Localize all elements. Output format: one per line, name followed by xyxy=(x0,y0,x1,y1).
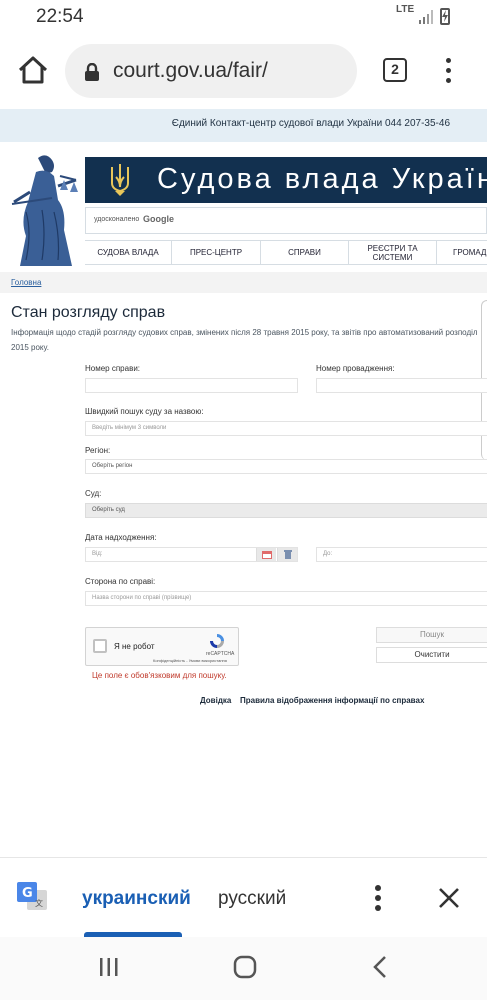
clear-date-icon[interactable] xyxy=(277,548,297,561)
date-from-placeholder: Від: xyxy=(92,551,103,557)
status-time: 22:54 xyxy=(36,6,84,27)
recent-apps-icon[interactable] xyxy=(98,956,120,978)
translate-more-icon[interactable] xyxy=(371,885,385,911)
screen: 22:54 LTE court.gov.ua/fair/ 2 Єдиний Ко… xyxy=(0,0,487,1000)
network-type: LTE xyxy=(396,4,415,15)
home-icon[interactable] xyxy=(17,55,49,85)
breadcrumb: Головна xyxy=(0,272,487,293)
banner-title: Судова влада України xyxy=(157,163,487,195)
required-field-error: Це поле є обов'язковим для пошуку. xyxy=(92,671,227,680)
intro-line-1: Інформація щодо стадій розгляду судових … xyxy=(11,328,478,337)
region-select[interactable]: Оберіть регіон xyxy=(85,459,487,474)
lock-icon xyxy=(85,63,99,81)
quick-search-label: Швидкий пошук суду за назвою: xyxy=(85,407,204,416)
language-tab-ukrainian[interactable]: украинский xyxy=(82,888,191,910)
court-select[interactable]: Оберіть суд xyxy=(85,503,487,518)
case-number-label: Номер справи: xyxy=(85,364,141,373)
intro-line-2: 2015 року. xyxy=(11,343,49,352)
battery-icon xyxy=(440,8,450,25)
display-rules-link[interactable]: Правила відображення інформації по справ… xyxy=(240,696,424,705)
contact-center-text: Єдиний Контакт-центр судової влади Украї… xyxy=(171,118,450,129)
contact-strip: Єдиний Контакт-центр судової влади Украї… xyxy=(0,109,487,142)
main-nav: СУДОВА ВЛАДА ПРЕС-ЦЕНТР СПРАВИ РЕЄСТРИ Т… xyxy=(85,240,487,265)
system-nav-bar xyxy=(0,937,487,1000)
nav-item-judiciary[interactable]: СУДОВА ВЛАДА xyxy=(85,241,172,264)
status-bar: 22:54 LTE xyxy=(0,0,487,36)
date-label: Дата надходження: xyxy=(85,533,157,542)
close-icon[interactable] xyxy=(437,886,461,910)
signal-icon xyxy=(419,10,433,24)
google-translate-icon[interactable]: G 文 xyxy=(17,882,47,912)
url-text: court.gov.ua/fair/ xyxy=(113,59,268,82)
recaptcha-logo-icon xyxy=(210,634,224,648)
recaptcha-brand: reCAPTCHA xyxy=(206,651,235,657)
quick-court-search-input[interactable]: Введіть мінімум 3 символи xyxy=(85,421,487,436)
svg-text:文: 文 xyxy=(35,898,43,908)
translate-bar: G 文 украинский русский xyxy=(0,857,487,937)
date-to-input[interactable]: До: xyxy=(316,547,487,562)
date-from-input[interactable]: Від: xyxy=(85,547,298,562)
recaptcha-widget: Я не робот reCAPTCHA Конфіденційність - … xyxy=(85,627,239,666)
clear-button[interactable]: Очистити xyxy=(376,647,487,663)
party-placeholder: Назва сторони по справі (прізвище) xyxy=(92,595,192,601)
party-input[interactable]: Назва сторони по справі (прізвище) xyxy=(85,591,487,606)
party-label: Сторона по справі: xyxy=(85,577,156,586)
proceeding-number-input[interactable] xyxy=(316,378,487,393)
language-tab-russian[interactable]: русский xyxy=(218,888,286,910)
themis-logo[interactable] xyxy=(8,152,80,270)
region-label: Регіон: xyxy=(85,446,111,455)
nav-item-cases[interactable]: СПРАВИ xyxy=(261,241,349,264)
breadcrumb-home-link[interactable]: Головна xyxy=(11,278,41,287)
trident-icon xyxy=(111,164,129,196)
address-bar[interactable]: court.gov.ua/fair/ xyxy=(65,44,357,98)
page-title: Стан розгляду справ xyxy=(11,304,166,321)
nav-item-press-center[interactable]: ПРЕС-ЦЕНТР xyxy=(172,241,261,264)
quick-search-placeholder: Введіть мінімум 3 символи xyxy=(92,425,167,431)
site-banner: Судова влада України xyxy=(85,157,487,203)
more-menu-icon[interactable] xyxy=(440,57,458,85)
court-selected-value: Оберіть суд xyxy=(92,507,125,513)
proceeding-number-label: Номер провадження: xyxy=(316,364,395,373)
recaptcha-checkbox[interactable] xyxy=(93,639,107,653)
nav-item-registries[interactable]: РЕЄСТРИ ТА СИСТЕМИ xyxy=(349,241,437,264)
svg-text:G: G xyxy=(22,886,33,901)
back-icon[interactable] xyxy=(372,955,388,979)
recaptcha-links[interactable]: Конфіденційність - Умови використання xyxy=(153,658,227,663)
search-button[interactable]: Пошук xyxy=(376,627,487,643)
court-label: Суд: xyxy=(85,489,102,498)
intro-text: Інформація щодо стадій розгляду судових … xyxy=(11,325,487,355)
tab-switcher-button[interactable]: 2 xyxy=(383,58,407,82)
date-to-placeholder: До: xyxy=(323,551,333,557)
site-search-input[interactable]: удосконалено Google xyxy=(85,207,487,234)
recaptcha-text: Я не робот xyxy=(114,642,155,651)
search-label: удосконалено xyxy=(94,216,140,223)
help-link[interactable]: Довідка xyxy=(200,696,231,705)
nav-item-public[interactable]: ГРОМАД xyxy=(437,241,487,264)
google-brand: Google xyxy=(143,214,174,224)
calendar-icon[interactable] xyxy=(256,548,276,561)
case-number-input[interactable] xyxy=(85,378,298,393)
home-nav-icon[interactable] xyxy=(233,955,257,979)
browser-toolbar: court.gov.ua/fair/ 2 xyxy=(0,36,487,106)
region-selected-value: Оберіть регіон xyxy=(92,463,133,469)
